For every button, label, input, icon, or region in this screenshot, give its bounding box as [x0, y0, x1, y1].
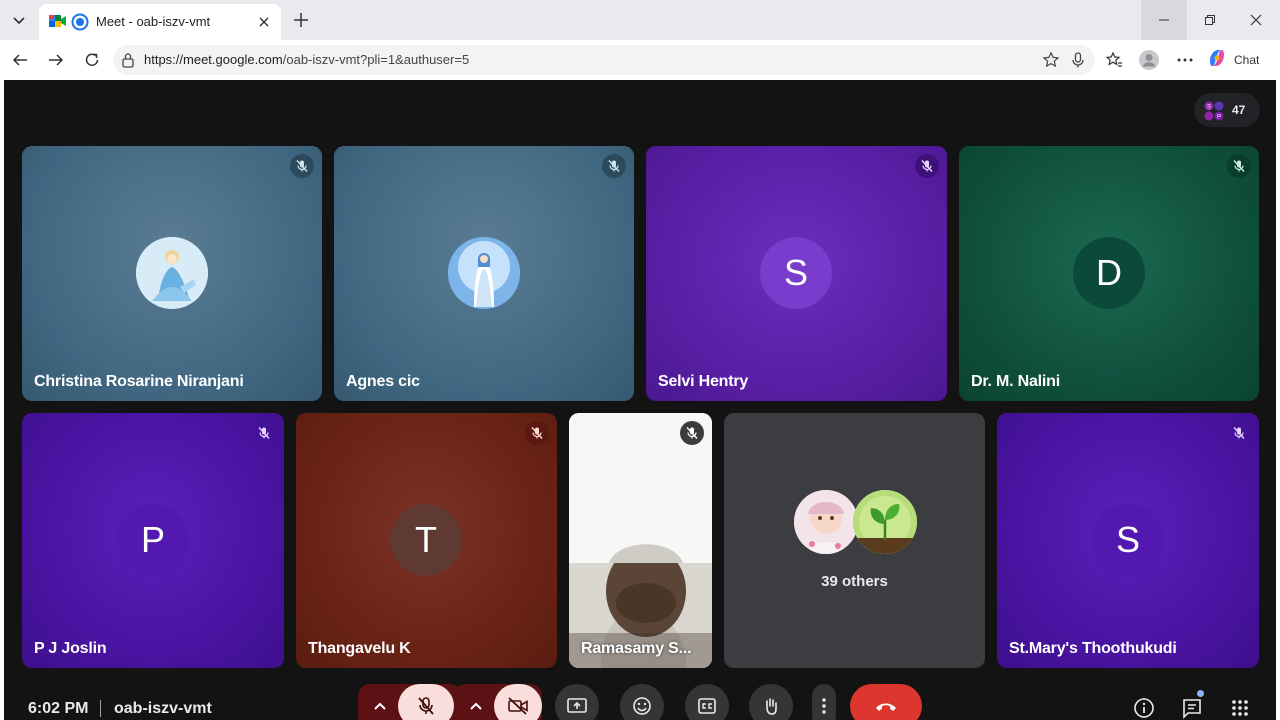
favorite-star-icon[interactable]	[1042, 51, 1060, 74]
participant-tile[interactable]: S Selvi Hentry	[646, 146, 947, 401]
window-minimize-button[interactable]	[1141, 0, 1187, 40]
window-restore-button[interactable]	[1187, 0, 1233, 40]
captions-button[interactable]	[685, 684, 729, 720]
avatar-initial: S	[760, 237, 832, 309]
avatar-photo	[136, 237, 208, 309]
profile-avatar-icon[interactable]	[1138, 49, 1160, 71]
others-tile[interactable]: 39 others	[724, 413, 985, 668]
meet-logo-icon	[49, 13, 67, 34]
leave-call-button[interactable]	[850, 684, 922, 720]
end-call-icon	[876, 703, 896, 711]
favorites-icon[interactable]	[1103, 49, 1125, 71]
chat-label: Chat	[1234, 53, 1260, 67]
audio-options-chevron-icon[interactable]	[368, 684, 392, 720]
recording-indicator-icon	[71, 13, 89, 36]
separator	[100, 700, 101, 717]
meeting-details-info-icon[interactable]	[1130, 694, 1158, 720]
camera-toggle-button[interactable]	[494, 684, 542, 720]
more-vert-icon	[822, 698, 826, 714]
site-info-lock-icon[interactable]	[121, 52, 135, 73]
raise-hand-button[interactable]	[749, 684, 793, 720]
avatar-initial: D	[1073, 237, 1145, 309]
new-tab-plus-icon[interactable]	[289, 8, 313, 32]
avatar-photo	[794, 490, 858, 554]
video-feed-image	[569, 413, 712, 668]
back-arrow-icon[interactable]	[8, 48, 32, 72]
forward-arrow-icon[interactable]	[44, 48, 68, 72]
mic-off-icon	[680, 421, 704, 445]
avatar-photo	[448, 237, 520, 309]
avatar-initial: P	[117, 504, 189, 576]
present-screen-button[interactable]	[555, 684, 599, 720]
meet-control-bar: 6:02 PM oab-iszv-vmt	[4, 680, 1276, 720]
participant-name: P J Joslin	[34, 640, 107, 657]
participant-name: Selvi Hentry	[658, 373, 749, 390]
reactions-button[interactable]	[620, 684, 664, 720]
tab-close-icon[interactable]	[255, 13, 273, 31]
participant-name: Christina Rosarine Niranjani	[34, 373, 244, 390]
copilot-logo-icon	[1206, 47, 1228, 74]
participant-tile[interactable]: T Thangavelu K	[296, 413, 557, 668]
participant-tile[interactable]: P P J Joslin	[22, 413, 284, 668]
participant-tile[interactable]: Christina Rosarine Niranjani	[22, 146, 322, 401]
mic-off-icon	[418, 697, 434, 715]
mic-off-icon	[602, 154, 626, 178]
raise-hand-icon	[766, 698, 777, 715]
present-screen-icon	[567, 698, 587, 713]
chat-messages-icon[interactable]	[1178, 694, 1206, 720]
participant-name: Dr. M. Nalini	[971, 373, 1060, 390]
participants-avatars-icon: S P	[1204, 101, 1224, 121]
mic-off-icon	[915, 154, 939, 178]
activities-grid-icon[interactable]	[1226, 694, 1254, 720]
participant-tile[interactable]: Agnes cic	[334, 146, 634, 401]
current-time: 6:02 PM	[28, 700, 89, 717]
microphone-toggle-button[interactable]	[398, 684, 454, 720]
address-bar[interactable]: https://meet.google.com/oab-iszv-vmt?pli…	[113, 45, 1095, 75]
refresh-icon[interactable]	[80, 48, 104, 72]
mic-off-icon	[252, 421, 276, 445]
tab-title: Meet - oab-iszv-vmt	[96, 14, 211, 29]
mic-off-icon	[525, 421, 549, 445]
window-close-button[interactable]	[1233, 0, 1279, 40]
camera-off-icon	[508, 697, 528, 715]
svg-text:P: P	[1217, 115, 1221, 121]
tab-strip: Meet - oab-iszv-vmt	[0, 0, 1280, 40]
participant-tile[interactable]: D Dr. M. Nalini	[959, 146, 1259, 401]
others-label: 39 others	[821, 573, 888, 590]
mic-off-icon	[1227, 154, 1251, 178]
meeting-code: oab-iszv-vmt	[114, 700, 212, 717]
participant-tile[interactable]: S St.Mary's Thoothukudi	[997, 413, 1259, 668]
participant-name: Ramasamy S...	[581, 640, 692, 657]
svg-text:S: S	[1207, 105, 1211, 111]
closed-captions-icon	[698, 698, 716, 714]
participants-count-button[interactable]: S P 47	[1194, 93, 1260, 127]
url-text: https://meet.google.com/oab-iszv-vmt?pli…	[144, 52, 470, 67]
chat-notification-dot	[1197, 690, 1204, 697]
browser-toolbar: https://meet.google.com/oab-iszv-vmt?pli…	[0, 40, 1280, 80]
video-options-chevron-icon[interactable]	[464, 684, 488, 720]
more-options-button[interactable]	[812, 684, 836, 720]
browser-tab-meet[interactable]: Meet - oab-iszv-vmt	[39, 4, 281, 40]
avatar-photo	[853, 490, 917, 554]
meet-stage: S P 47 Christina Rosarine Niranjani Agne…	[4, 80, 1276, 720]
participant-video-tile[interactable]: Ramasamy S...	[569, 413, 712, 668]
emoji-icon	[633, 697, 651, 715]
avatar-initial: T	[390, 504, 462, 576]
avatar-initial: S	[1092, 504, 1164, 576]
mic-off-icon	[1227, 421, 1251, 445]
copilot-chat-button[interactable]: Chat	[1206, 47, 1272, 73]
participant-name: Thangavelu K	[308, 640, 411, 657]
voice-search-mic-icon[interactable]	[1069, 51, 1087, 74]
tab-search-chevron-icon[interactable]	[6, 8, 32, 32]
participants-count: 47	[1232, 103, 1246, 117]
participant-name: Agnes cic	[346, 373, 420, 390]
mic-off-icon	[290, 154, 314, 178]
more-options-ellipsis-icon[interactable]	[1174, 49, 1196, 71]
participant-name: St.Mary's Thoothukudi	[1009, 640, 1177, 657]
